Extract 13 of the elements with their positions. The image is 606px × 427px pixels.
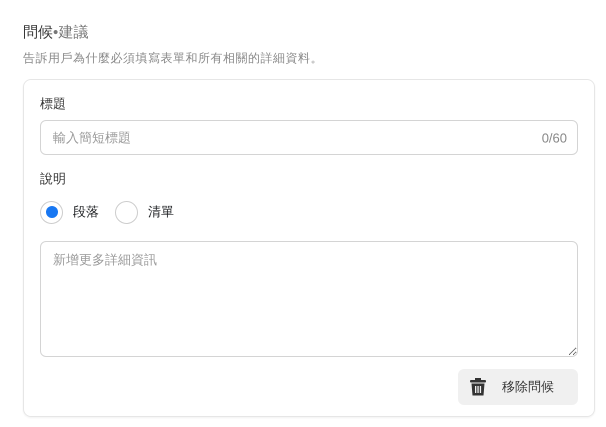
radio-button[interactable]	[40, 200, 63, 224]
radio-button[interactable]	[115, 200, 138, 224]
radio-label[interactable]: 段落	[73, 202, 99, 222]
field-label: 說明	[40, 171, 66, 186]
description-text-area[interactable]: 新增更多詳細資訊	[40, 240, 578, 356]
remove-button[interactable]: 移除問候	[458, 368, 578, 404]
description-text: 告訴用戶為什麼必須填寫表單和所有相關的詳細資料。	[23, 50, 324, 66]
field-label: 標題	[40, 96, 66, 110]
trash-icon	[470, 378, 486, 396]
heading: 問候	[23, 24, 53, 41]
character-counter: 0/60	[542, 128, 567, 147]
radio-label[interactable]: 清單	[148, 202, 174, 222]
heading-suffix: •建議	[53, 24, 88, 41]
